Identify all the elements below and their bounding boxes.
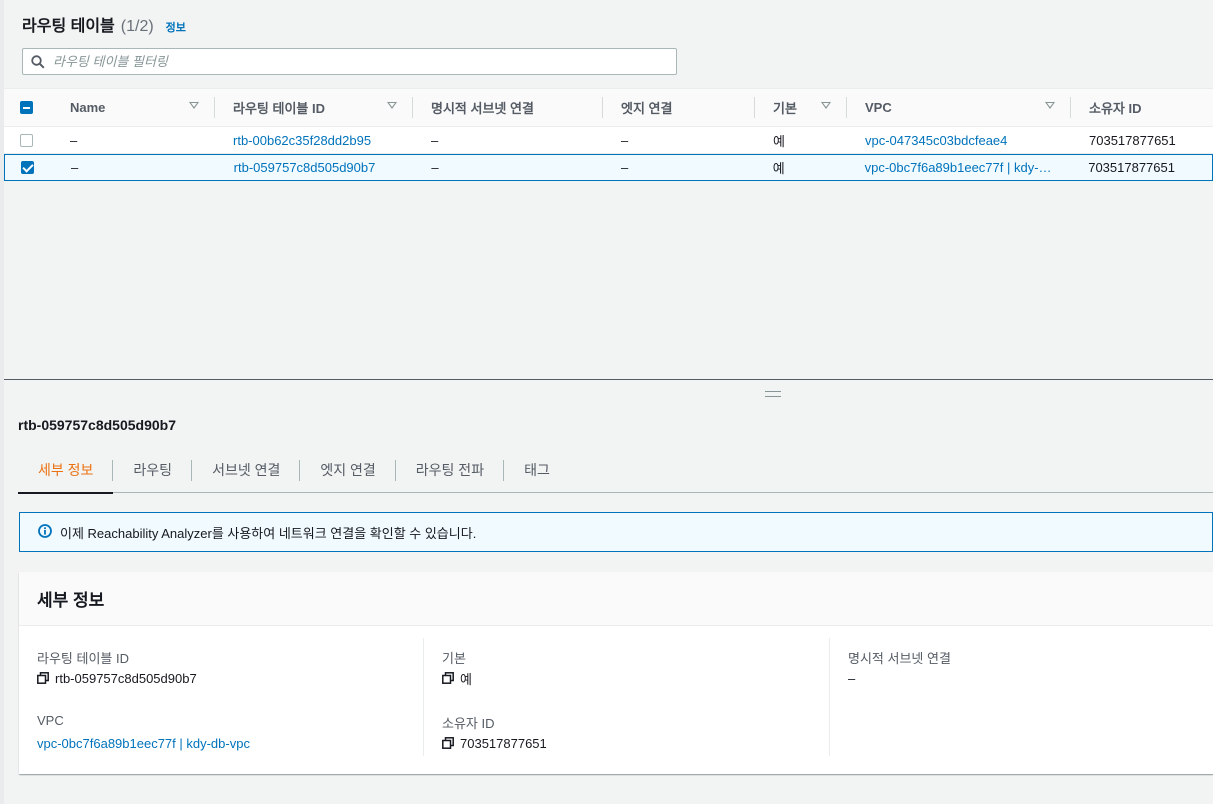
rtb-id-value-row: rtb-059757c8d505d90b7 [37, 670, 423, 686]
cell-owner: 703517877651 [1088, 160, 1175, 175]
column-header-main[interactable]: 기본 [755, 88, 847, 127]
row-select-cell [4, 133, 52, 147]
cell-owner: 703517877651 [1089, 132, 1176, 148]
card-title: 세부 정보 [37, 591, 105, 610]
filter-input[interactable] [53, 54, 676, 69]
row-select-cell [5, 161, 53, 174]
sort-icon[interactable] [1045, 102, 1055, 109]
card-body: 라우팅 테이블 ID rtb-059757c8d505d90b7 VPC vpc… [19, 626, 1213, 773]
main-value: 예 [460, 671, 472, 687]
main-value-row: 예 [442, 670, 829, 687]
banner-text: 이제 Reachability Analyzer를 사용하여 네트워크 연결을 … [60, 525, 477, 541]
rtb-id-value: rtb-059757c8d505d90b7 [55, 670, 197, 686]
details-column-1: 라우팅 테이블 ID rtb-059757c8d505d90b7 VPC vpc… [19, 638, 424, 756]
detail-title: rtb-059757c8d505d90b7 [18, 417, 176, 433]
filter-input-container[interactable] [22, 48, 677, 75]
selection-count: (1/2) [120, 18, 154, 35]
select-all-checkbox[interactable] [20, 101, 33, 114]
info-icon [38, 523, 52, 541]
details-column-3: 명시적 서브넷 연결 – [830, 638, 1213, 756]
column-header-rtb-id[interactable]: 라우팅 테이블 ID [215, 88, 413, 127]
cell-main: 예 [773, 133, 785, 149]
card-header: 세부 정보 [19, 572, 1213, 626]
vpc-label: VPC [37, 713, 64, 728]
rtb-id-label: 라우팅 테이블 ID [37, 651, 129, 666]
cell-explicit-subnet: – [431, 160, 439, 175]
owner-value-row: 703517877651 [442, 735, 829, 751]
table-row[interactable]: – rtb-00b62c35f28dd2b95 – – 예 vpc-047345… [4, 127, 1213, 154]
main-label: 기본 [442, 651, 466, 666]
cell-explicit-subnet: – [431, 132, 439, 148]
cell-rtb-id-link[interactable]: rtb-00b62c35f28dd2b95 [215, 133, 413, 148]
cell-edge: – [621, 160, 629, 175]
cell-vpc-link[interactable]: vpc-047345c03bdcfeae4 [847, 133, 1071, 148]
copy-icon[interactable] [37, 672, 49, 684]
route-tables-table: Name 라우팅 테이블 ID 명시적 서브넷 연결 엣지 연결 기본 VPC [4, 88, 1213, 181]
row-checkbox[interactable] [20, 133, 33, 147]
copy-icon[interactable] [442, 737, 454, 749]
tab-tags[interactable]: 태그 [504, 448, 570, 493]
split-panel-resize-handle[interactable] [765, 391, 781, 397]
tab-routes[interactable]: 라우팅 [113, 448, 193, 493]
copy-icon[interactable] [442, 672, 454, 684]
search-icon [23, 54, 53, 69]
cell-vpc-link[interactable]: vpc-0bc7f6a89b1eec77f | kdy-… [847, 160, 1071, 175]
details-card: 세부 정보 라우팅 테이블 ID rtb-059757c8d505d90b7 V… [19, 572, 1213, 774]
explicit-subnet-value: – [848, 670, 856, 686]
cell-edge: – [621, 132, 629, 148]
sort-icon[interactable] [189, 102, 199, 109]
route-tables-panel: 라우팅 테이블 (1/2) 정보 [4, 0, 1213, 380]
reachability-info-banner: 이제 Reachability Analyzer를 사용하여 네트워크 연결을 … [19, 512, 1213, 552]
column-header-vpc[interactable]: VPC [847, 88, 1071, 127]
select-all-cell [4, 88, 52, 127]
explicit-subnet-label: 명시적 서브넷 연결 [848, 651, 951, 666]
cell-name: – [70, 160, 79, 175]
cell-name: – [70, 132, 78, 148]
tab-route-propagation[interactable]: 라우팅 전파 [396, 448, 505, 493]
table-row-selected[interactable]: – rtb-059757c8d505d90b7 – – 예 vpc-0bc7f6… [4, 154, 1213, 181]
tab-edge-associations[interactable]: 엣지 연결 [300, 448, 396, 493]
sort-icon[interactable] [821, 102, 831, 109]
details-column-2: 기본 예 소유자 ID 703517877651 [424, 638, 830, 756]
column-header-owner[interactable]: 소유자 ID [1071, 88, 1213, 127]
column-header-explicit-subnet[interactable]: 명시적 서브넷 연결 [413, 88, 603, 127]
vpc-link[interactable]: vpc-0bc7f6a89b1eec77f | kdy-db-vpc [37, 735, 423, 751]
tab-subnet-associations[interactable]: 서브넷 연결 [192, 448, 301, 493]
tab-details[interactable]: 세부 정보 [18, 448, 114, 494]
owner-value: 703517877651 [460, 735, 547, 751]
column-header-edge[interactable]: 엣지 연결 [603, 88, 755, 127]
panel-header: 라우팅 테이블 (1/2) 정보 [22, 12, 186, 36]
detail-tabs: 세부 정보 라우팅 서브넷 연결 엣지 연결 라우팅 전파 태그 [18, 448, 1213, 494]
sort-icon[interactable] [387, 102, 397, 109]
page-title: 라우팅 테이블 [22, 18, 115, 35]
owner-label: 소유자 ID [442, 716, 495, 731]
row-checkbox-checked[interactable] [21, 161, 34, 174]
cell-rtb-id-link[interactable]: rtb-059757c8d505d90b7 [216, 160, 414, 175]
table-header: Name 라우팅 테이블 ID 명시적 서브넷 연결 엣지 연결 기본 VPC [4, 88, 1213, 127]
info-link[interactable]: 정보 [166, 19, 186, 35]
cell-main: 예 [772, 161, 785, 176]
column-header-name[interactable]: Name [52, 88, 215, 127]
